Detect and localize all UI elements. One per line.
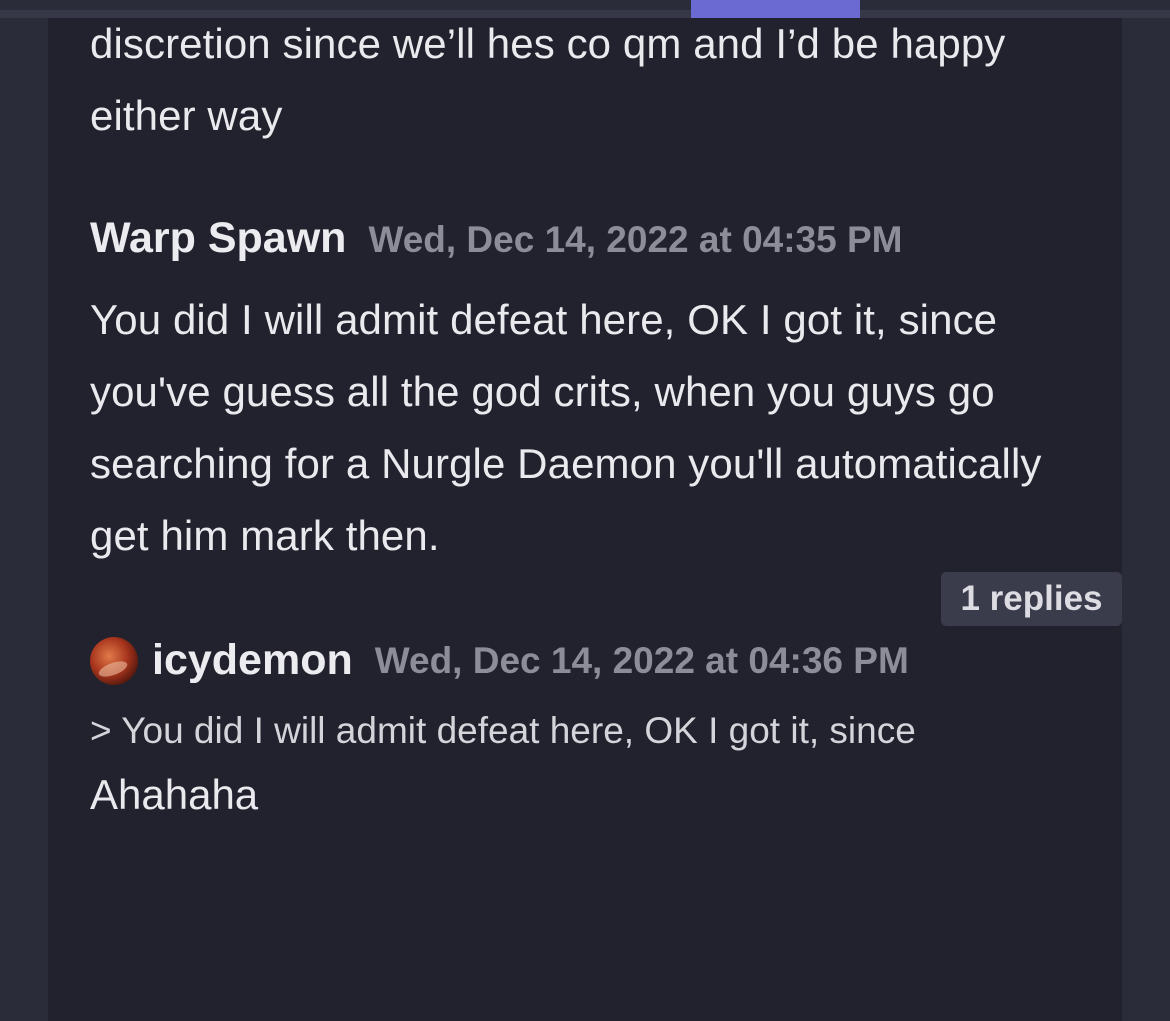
- message-author[interactable]: Warp Spawn: [90, 214, 346, 263]
- message-header: Warp Spawn Wed, Dec 14, 2022 at 04:35 PM: [90, 214, 902, 263]
- quoted-text: > You did I will admit defeat here, OK I…: [90, 710, 916, 751]
- reply-author[interactable]: icydemon: [152, 636, 353, 685]
- reply-body: Ahahaha: [90, 771, 259, 818]
- reply-timestamp: Wed, Dec 14, 2022 at 04:36 PM: [374, 639, 909, 681]
- message-body: You did I will admit defeat here, OK I g…: [90, 296, 1042, 559]
- message-timestamp: Wed, Dec 14, 2022 at 04:35 PM: [368, 219, 903, 260]
- replies-button[interactable]: 1 replies: [941, 572, 1122, 626]
- reply-header: icydemon Wed, Dec 14, 2022 at 04:36 PM: [90, 636, 909, 685]
- user-avatar-icon[interactable]: [90, 636, 138, 685]
- previous-message-text: discretion since we’ll hes co qm and I’d…: [90, 20, 1006, 139]
